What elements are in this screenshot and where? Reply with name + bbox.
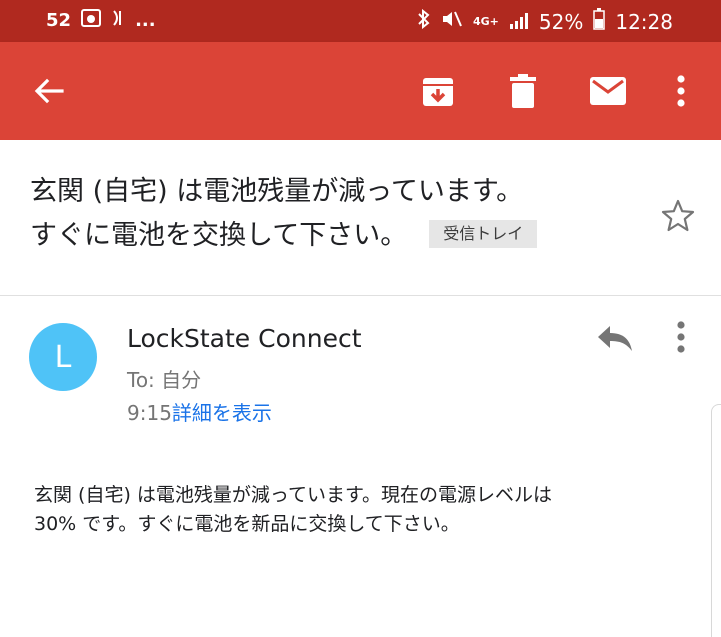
photo-notification-icon <box>81 9 102 32</box>
more-options-button[interactable] <box>668 70 694 112</box>
time-line: 9:15詳細を表示 <box>127 397 272 426</box>
message-more-button[interactable] <box>676 320 686 358</box>
email-subject: 玄関 (自宅) は電池残量が減っています。 すぐに電池を交換して下さい。 受信トレ… <box>30 170 650 258</box>
inbox-label-chip[interactable]: 受信トレイ <box>429 219 538 248</box>
back-arrow-icon <box>34 78 64 104</box>
subject-line-1: 玄関 (自宅) は電池残量が減っています。 <box>30 176 524 207</box>
subject-line-2-row: すぐに電池を交換して下さい。 受信トレイ <box>30 214 650 258</box>
status-bar: 52 ... 4G+ 52% 12:28 <box>0 0 721 42</box>
mark-unread-icon <box>590 77 626 105</box>
show-details-link[interactable]: 詳細を表示 <box>172 401 272 425</box>
sent-time: 9:15 <box>127 401 172 425</box>
recipient-line: To: 自分 <box>127 368 202 392</box>
mark-unread-button[interactable] <box>587 71 629 111</box>
archive-icon <box>423 78 453 106</box>
star-icon <box>661 199 695 232</box>
signal-icon <box>509 10 529 34</box>
archive-button[interactable] <box>418 71 458 111</box>
battery-icon <box>593 8 606 35</box>
reply-icon <box>598 326 632 351</box>
more-notifications-dots: ... <box>135 10 156 31</box>
more-vert-icon <box>677 75 685 107</box>
delete-button[interactable] <box>503 71 543 111</box>
body-line-2: 30% です。すぐに電池を新品に交換して下さい。 <box>34 513 460 535</box>
sender-name: LockState Connect <box>127 324 362 353</box>
delete-icon <box>510 74 536 108</box>
more-vert-icon <box>677 321 685 353</box>
reply-button[interactable] <box>596 322 634 358</box>
status-left: 52 ... <box>46 9 156 32</box>
email-body: 玄関 (自宅) は電池残量が減っています。現在の電源レベルは 30% です。すぐ… <box>34 481 684 539</box>
clock: 12:28 <box>615 9 673 34</box>
network-type: 4G+ <box>473 15 499 28</box>
subject-line-2: すぐに電池を交換して下さい。 <box>30 220 408 251</box>
star-button[interactable] <box>660 198 696 238</box>
back-button[interactable] <box>28 70 70 112</box>
notification-count: 52 <box>46 10 72 31</box>
nfc-icon <box>111 9 125 32</box>
battery-percent: 52% <box>538 9 584 34</box>
toolbar <box>0 42 721 140</box>
status-right: 4G+ 52% 12:28 <box>417 8 673 35</box>
subject-area: 玄関 (自宅) は電池残量が減っています。 すぐに電池を交換して下さい。 受信トレ… <box>0 140 721 296</box>
bluetooth-icon <box>417 8 431 34</box>
mute-icon <box>441 9 463 34</box>
scroll-edge[interactable] <box>711 404 721 637</box>
body-line-1: 玄関 (自宅) は電池残量が減っています。現在の電源レベルは <box>34 484 553 506</box>
sender-avatar[interactable]: L <box>29 323 97 391</box>
